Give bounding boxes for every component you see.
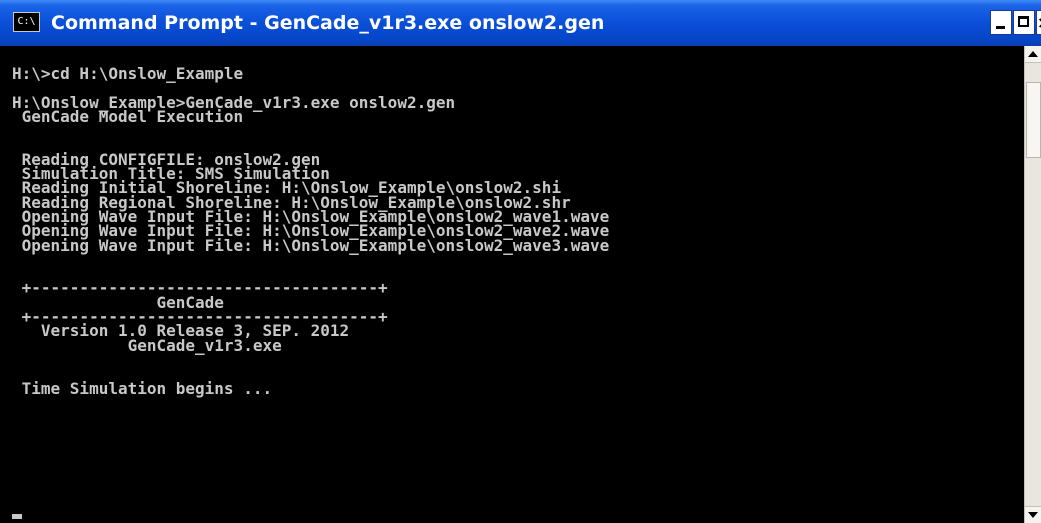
text-cursor bbox=[12, 514, 22, 519]
console-line: GenCade Model Execution bbox=[12, 106, 244, 126]
console-line: H:\>cd H:\Onslow_Example bbox=[12, 64, 244, 83]
console-line: GenCade_v1r3.exe bbox=[12, 335, 282, 355]
maximize-button[interactable] bbox=[1013, 10, 1035, 35]
minimize-icon bbox=[996, 26, 1005, 29]
minimize-button[interactable] bbox=[990, 10, 1012, 35]
vertical-scrollbar[interactable] bbox=[1024, 46, 1041, 523]
close-icon: × bbox=[1037, 13, 1041, 32]
arrow-up-icon bbox=[1028, 51, 1038, 57]
console-output[interactable]: H:\>cd H:\Onslow_Example H:\Onslow_Examp… bbox=[0, 46, 1024, 523]
window-title: Command Prompt - GenCade_v1r3.exe onslow… bbox=[51, 12, 605, 34]
scroll-down-button[interactable] bbox=[1025, 506, 1041, 523]
maximize-icon bbox=[1018, 16, 1029, 27]
scroll-up-button[interactable] bbox=[1025, 46, 1041, 63]
command-prompt-icon[interactable]: C:\ bbox=[13, 12, 40, 32]
close-button[interactable]: × bbox=[1036, 10, 1041, 35]
arrow-down-icon bbox=[1028, 512, 1038, 518]
scroll-thumb[interactable] bbox=[1026, 82, 1041, 158]
title-bar[interactable]: C:\ Command Prompt - GenCade_v1r3.exe on… bbox=[0, 0, 1041, 46]
console-text: H:\>cd H:\Onslow_Example H:\Onslow_Examp… bbox=[12, 64, 610, 398]
command-prompt-window: C:\ Command Prompt - GenCade_v1r3.exe on… bbox=[0, 0, 1041, 523]
console-line: Opening Wave Input File: H:\Onslow_Examp… bbox=[12, 235, 610, 255]
console-line: Time Simulation begins ... bbox=[12, 378, 273, 398]
